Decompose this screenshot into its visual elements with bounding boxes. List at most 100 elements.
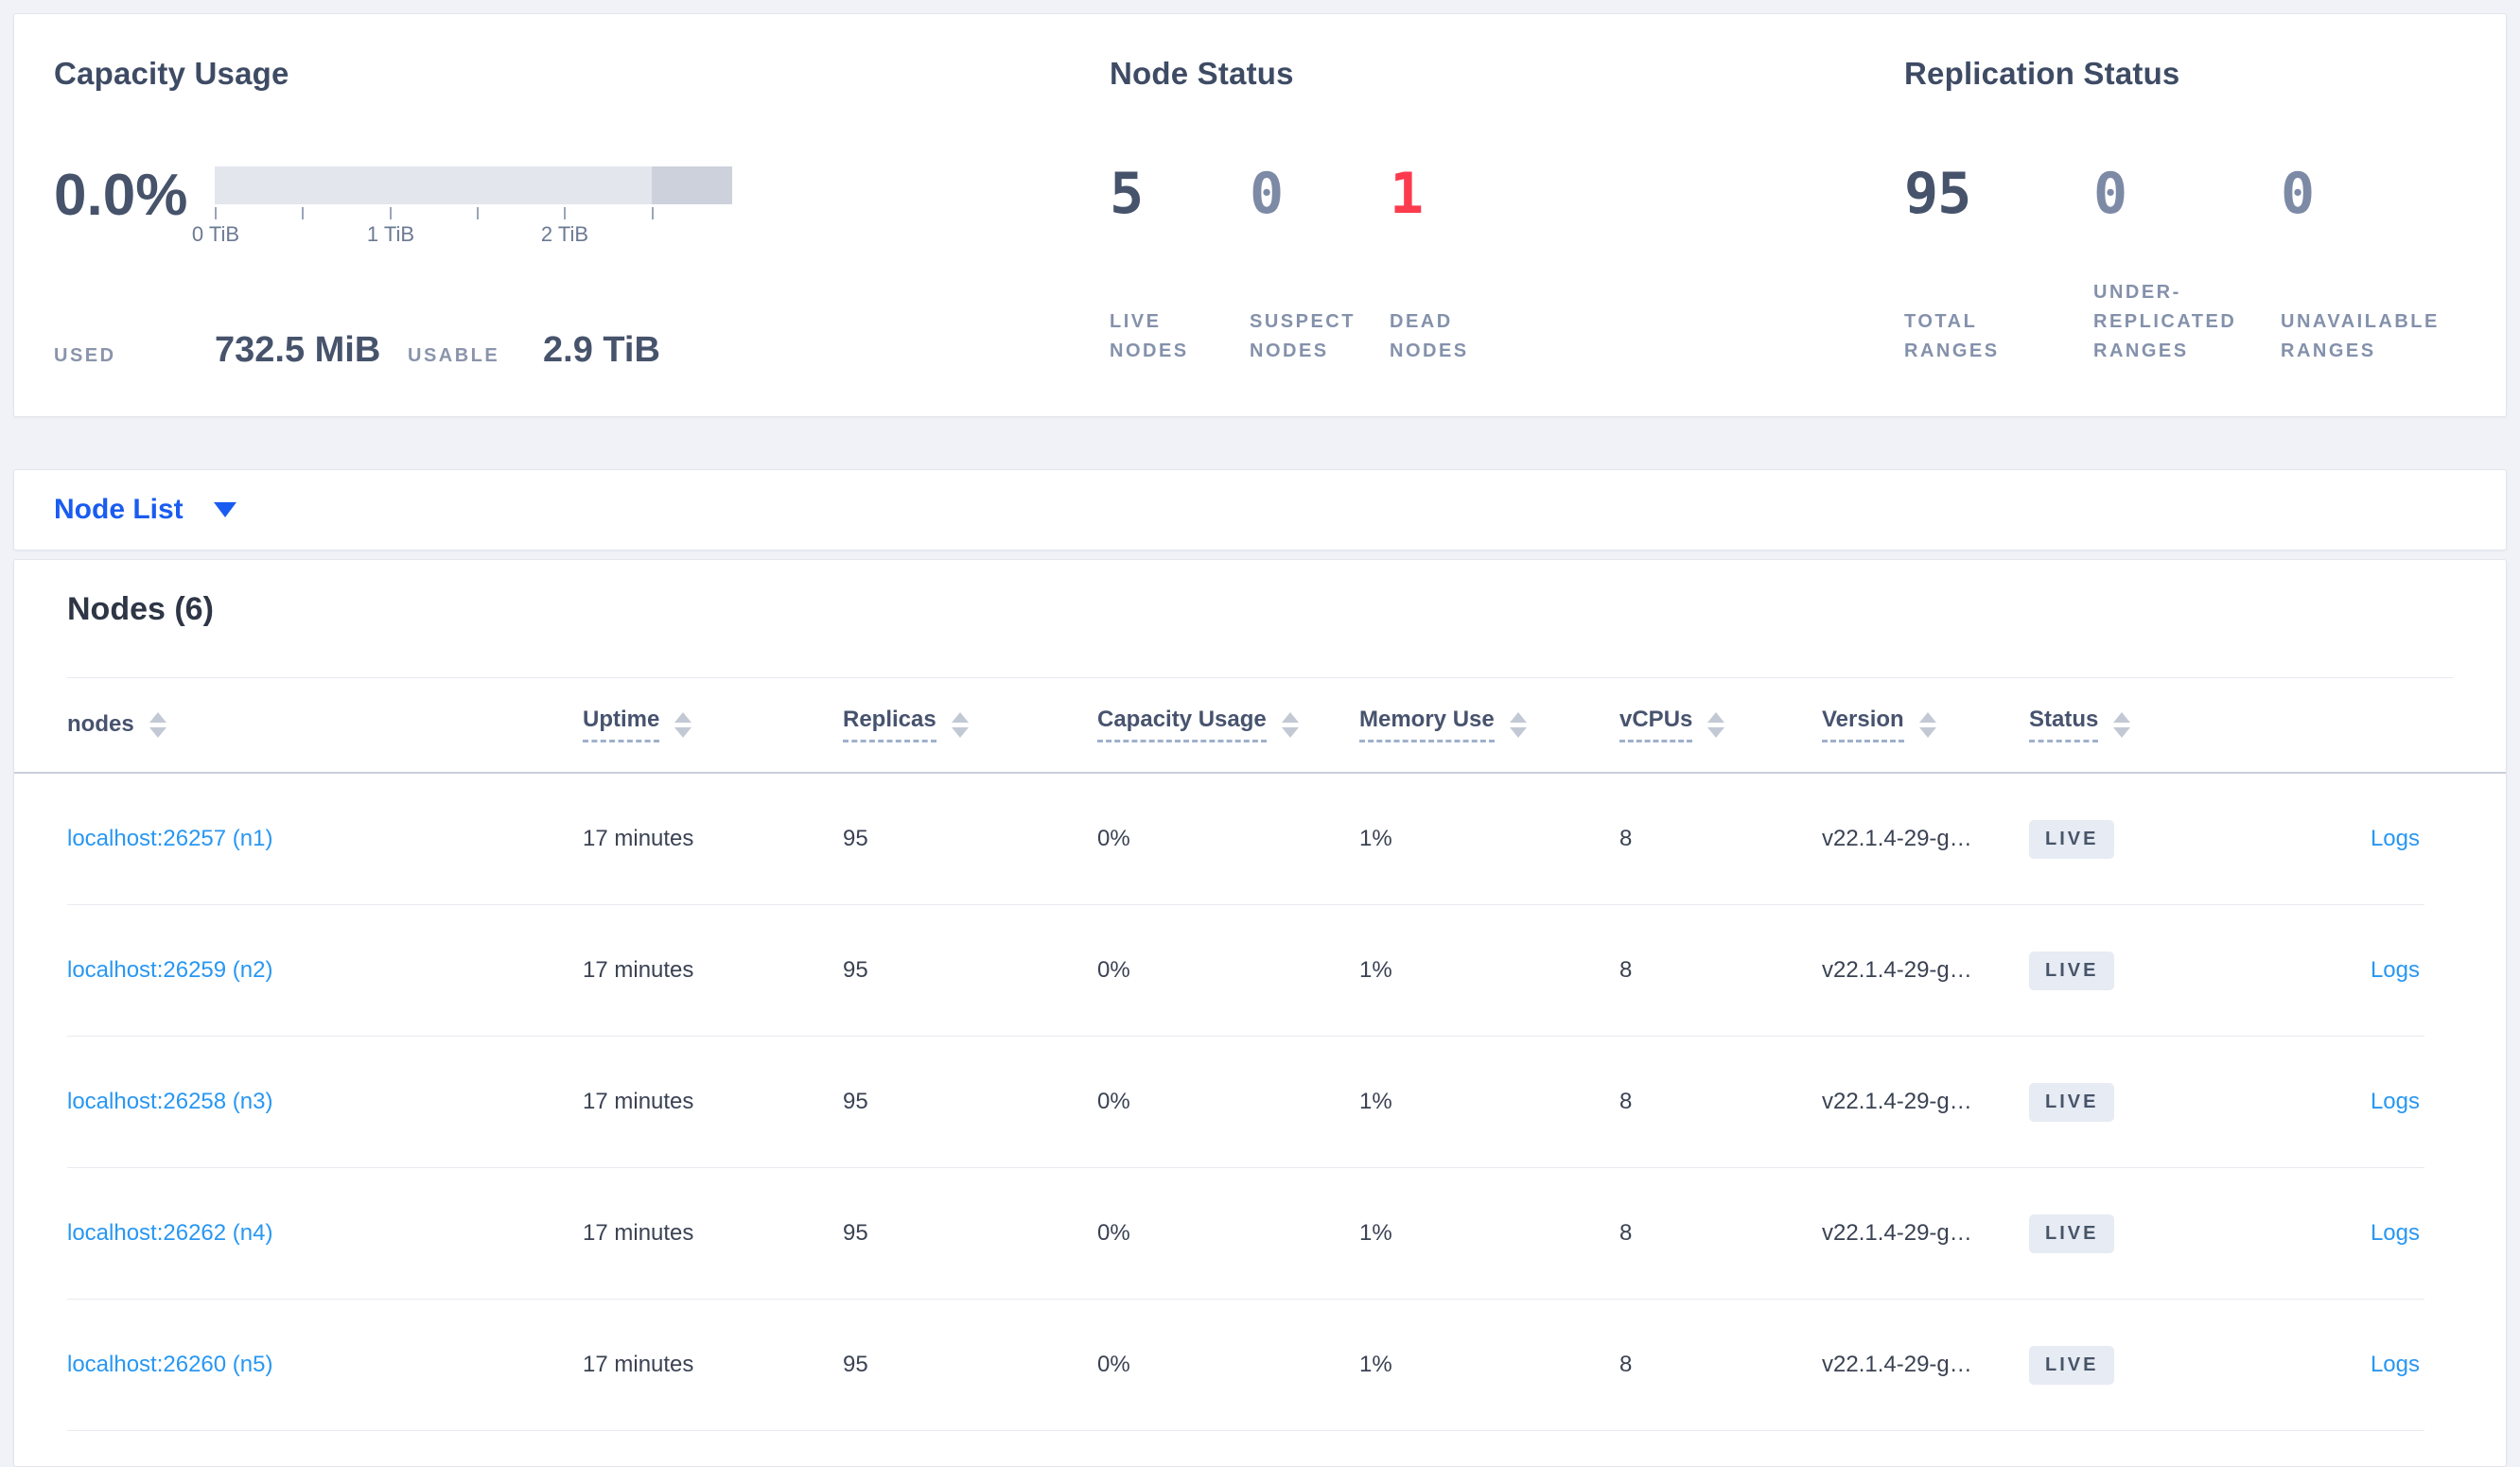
replicas-cell: 95 [843,957,868,983]
nodes-table-panel: Nodes (6) nodes Uptime Replicas Capacity… [13,559,2507,1467]
node-link[interactable]: localhost:26260 (n5) [67,1352,272,1377]
uptime-cell: 17 minutes [583,1089,694,1114]
status-badge: LIVE [2029,1082,2115,1122]
table-row: localhost:26260 (n5) 17 minutes 95 0% 1%… [67,1300,2424,1431]
logs-link[interactable]: Logs [2371,826,2420,851]
logs-link[interactable]: Logs [2371,957,2420,983]
table-row: localhost:26258 (n3) 17 minutes 95 0% 1%… [67,1037,2424,1168]
suspect-nodes-count: 0 [1250,161,1284,227]
sort-arrows-icon [1281,711,1299,738]
replicas-cell: 95 [843,826,868,851]
under-replicated-ranges-label: UNDER-REPLICATED RANGES [2093,282,2237,361]
col-header-version[interactable]: Version [1822,707,2029,742]
usable-label: USABLE [408,345,500,366]
version-cell: v22.1.4-29-g… [1822,1220,1972,1246]
table-header-row: nodes Uptime Replicas Capacity Usage Mem… [14,677,2506,772]
nodes-table-title: Nodes (6) [67,591,214,627]
axis-tick [564,207,566,219]
table-row: localhost:26262 (n4) 17 minutes 95 0% 1%… [67,1168,2424,1300]
live-nodes-count: 5 [1110,161,1144,227]
memory-cell: 1% [1359,1089,1392,1114]
vcpus-cell: 8 [1619,957,1633,983]
node-link[interactable]: localhost:26262 (n4) [67,1220,272,1246]
replicas-cell: 95 [843,1352,868,1377]
col-header-uptime[interactable]: Uptime [583,707,843,742]
status-badge: LIVE [2029,1214,2115,1253]
sort-arrows-icon [149,711,166,738]
under-replicated-ranges-count: 0 [2093,161,2127,227]
used-value: 732.5 MiB [215,330,381,370]
logs-link[interactable]: Logs [2371,1220,2420,1246]
uptime-cell: 17 minutes [583,1220,694,1246]
col-header-vcpus[interactable]: vCPUs [1619,707,1822,742]
live-nodes-label: LIVE NODES [1110,311,1189,361]
capacity-cell: 0% [1097,1352,1130,1377]
col-header-nodes[interactable]: nodes [67,711,583,738]
sort-arrows-icon [1918,711,1936,738]
axis-tick-label: 0 TiB [191,222,240,246]
version-cell: v22.1.4-29-g… [1822,1352,1972,1377]
unavailable-ranges-count: 0 [2281,161,2315,227]
memory-cell: 1% [1359,1352,1392,1377]
usable-value: 2.9 TiB [543,330,660,370]
capacity-cell: 0% [1097,957,1130,983]
table-body: localhost:26257 (n1) 17 minutes 95 0% 1%… [14,774,2506,1431]
node-list-dropdown-label: Node List [54,494,184,525]
vcpus-cell: 8 [1619,1220,1633,1246]
node-list-dropdown[interactable]: Node List [54,470,236,550]
axis-tick-label: 2 TiB [540,222,589,246]
sort-arrows-icon [674,711,692,738]
col-header-memory-use[interactable]: Memory Use [1359,707,1619,742]
node-link[interactable]: localhost:26257 (n1) [67,826,272,851]
uptime-cell: 17 minutes [583,826,694,851]
capacity-usage-title: Capacity Usage [54,56,289,91]
axis-tick [652,207,654,219]
node-link[interactable]: localhost:26258 (n3) [67,1089,272,1114]
total-ranges-count: 95 [1904,161,1971,227]
status-badge: LIVE [2029,1345,2115,1385]
dead-nodes-count: 1 [1390,161,1424,227]
table-row: localhost:26257 (n1) 17 minutes 95 0% 1%… [67,774,2424,905]
logs-link[interactable]: Logs [2371,1089,2420,1114]
vcpus-cell: 8 [1619,826,1633,851]
status-badge: LIVE [2029,951,2115,990]
capacity-bar-reserved-segment [652,166,732,204]
vcpus-cell: 8 [1619,1089,1633,1114]
suspect-nodes-label: SUSPECT NODES [1250,311,1356,361]
vcpus-cell: 8 [1619,1352,1633,1377]
axis-tick [477,207,479,219]
axis-tick [215,207,217,219]
capacity-usage-bar [215,166,732,204]
capacity-percent: 0.0% [54,163,188,228]
logs-link[interactable]: Logs [2371,1352,2420,1377]
replication-status-title: Replication Status [1904,56,2180,91]
version-cell: v22.1.4-29-g… [1822,1089,1972,1114]
replicas-cell: 95 [843,1220,868,1246]
memory-cell: 1% [1359,1220,1392,1246]
axis-tick [302,207,304,219]
sort-arrows-icon [1707,711,1725,738]
col-header-replicas[interactable]: Replicas [843,707,1097,742]
dead-nodes-label: DEAD NODES [1390,311,1469,361]
chevron-down-icon [213,502,236,517]
table-row: localhost:26259 (n2) 17 minutes 95 0% 1%… [67,905,2424,1037]
cluster-summary-panel: Capacity Usage 0.0% 0 TiB 1 TiB 2 TiB US… [13,13,2507,417]
col-header-status[interactable]: Status [2029,707,2224,742]
col-header-capacity-usage[interactable]: Capacity Usage [1097,707,1359,742]
version-cell: v22.1.4-29-g… [1822,826,1972,851]
uptime-cell: 17 minutes [583,957,694,983]
sort-arrows-icon [1509,711,1527,738]
node-link[interactable]: localhost:26259 (n2) [67,957,272,983]
used-label: USED [54,345,116,366]
sort-arrows-icon [2113,711,2131,738]
capacity-cell: 0% [1097,1089,1130,1114]
memory-cell: 1% [1359,957,1392,983]
axis-tick-label: 1 TiB [366,222,415,246]
view-selector-panel: Node List [13,469,2507,550]
axis-tick [390,207,392,219]
memory-cell: 1% [1359,826,1392,851]
uptime-cell: 17 minutes [583,1352,694,1377]
capacity-cell: 0% [1097,826,1130,851]
node-status-title: Node Status [1110,56,1294,91]
capacity-cell: 0% [1097,1220,1130,1246]
